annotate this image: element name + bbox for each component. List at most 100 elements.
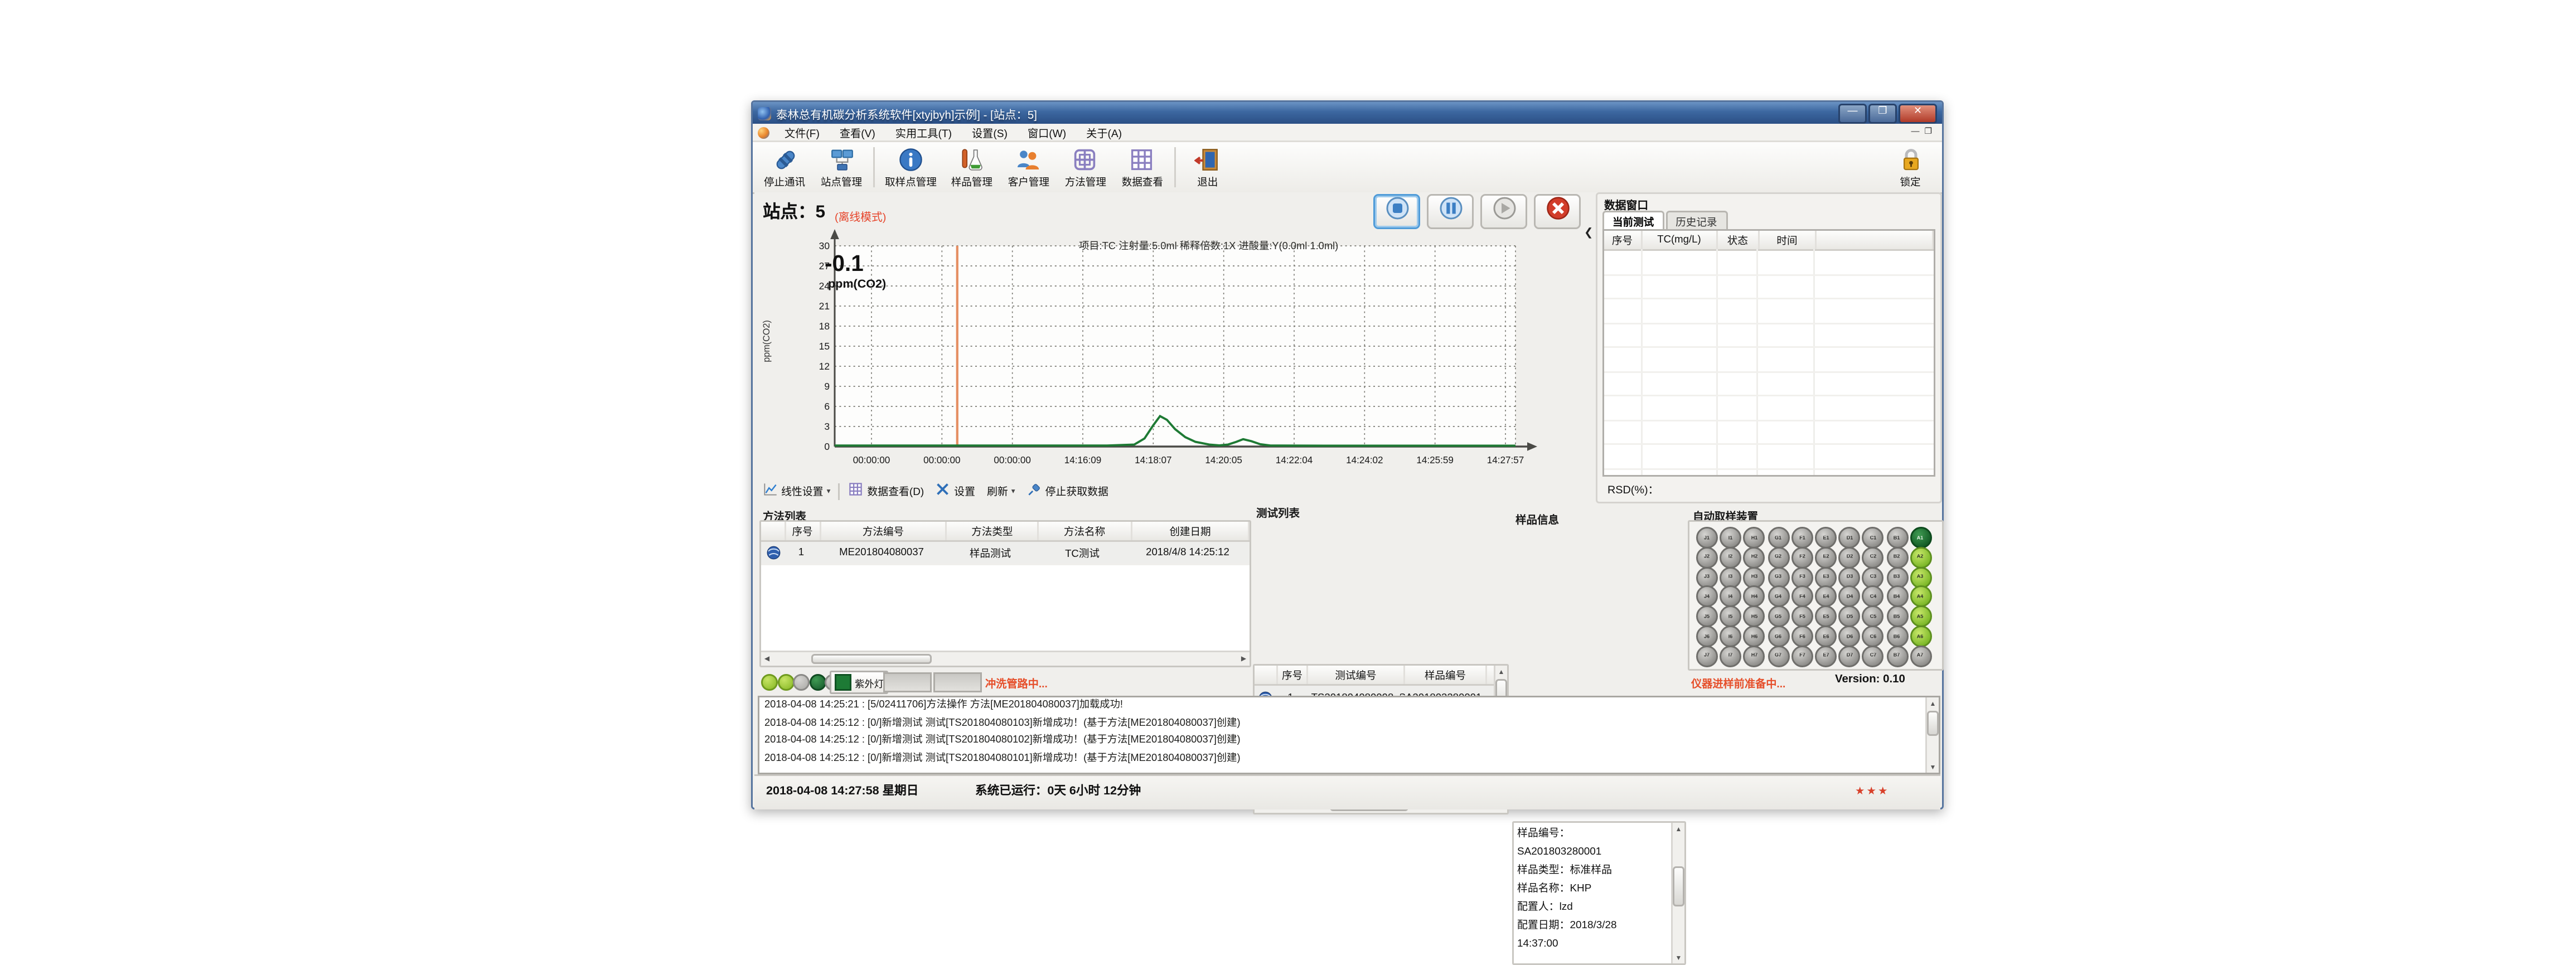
well-B2[interactable]: B2 [1886, 546, 1908, 568]
well-H6[interactable]: H6 [1744, 625, 1765, 647]
well-E2[interactable]: E2 [1815, 546, 1837, 568]
scroll-right-icon[interactable]: ▶ [1238, 652, 1250, 666]
well-A5[interactable]: A5 [1910, 606, 1931, 628]
well-J7[interactable]: J7 [1696, 645, 1718, 667]
current-test-table[interactable]: 序号TC(mg/L)状态时间 [1602, 229, 1935, 477]
well-F6[interactable]: F6 [1791, 625, 1813, 647]
well-F1[interactable]: F1 [1791, 527, 1813, 549]
well-E7[interactable]: E7 [1815, 645, 1837, 667]
well-A4[interactable]: A4 [1910, 586, 1931, 608]
well-E4[interactable]: E4 [1815, 586, 1837, 608]
event-log[interactable]: 2018-04-08 14:25:21 : [5/02411706]方法操作 方… [758, 696, 1940, 774]
well-G7[interactable]: G7 [1768, 645, 1789, 667]
well-J5[interactable]: J5 [1696, 606, 1718, 628]
collapse-panel-arrow[interactable]: ❮ [1584, 226, 1593, 239]
menu-item-2[interactable]: 实用工具(T) [885, 125, 962, 140]
well-B1[interactable]: B1 [1886, 527, 1908, 549]
well-G5[interactable]: G5 [1768, 606, 1789, 628]
toolbar-method-button[interactable]: 方法管理 [1057, 142, 1114, 192]
scroll-thumb[interactable] [811, 654, 932, 664]
well-B7[interactable]: B7 [1886, 645, 1908, 667]
well-D7[interactable]: D7 [1839, 645, 1861, 667]
well-J4[interactable]: J4 [1696, 586, 1718, 608]
scroll-up-icon[interactable]: ▲ [1673, 823, 1684, 835]
well-F7[interactable]: F7 [1791, 645, 1813, 667]
toolbar-stop-comm-button[interactable]: 停止通讯 [756, 142, 813, 192]
well-C1[interactable]: C1 [1862, 527, 1884, 549]
sample-info-scrollbar[interactable]: ▲▼ [1671, 823, 1684, 963]
toolbar-site-button[interactable]: 站点管理 [813, 142, 870, 192]
well-C6[interactable]: C6 [1862, 625, 1884, 647]
well-J3[interactable]: J3 [1696, 566, 1718, 588]
well-A2[interactable]: A2 [1910, 546, 1931, 568]
well-C4[interactable]: C4 [1862, 586, 1884, 608]
horizontal-scrollbar[interactable]: ◀▶ [761, 651, 1250, 666]
well-H5[interactable]: H5 [1744, 606, 1765, 628]
menu-item-4[interactable]: 窗口(W) [1018, 125, 1076, 140]
minimize-button[interactable]: — [1838, 103, 1867, 123]
well-E6[interactable]: E6 [1815, 625, 1837, 647]
well-B3[interactable]: B3 [1886, 566, 1908, 588]
chart-tool-0[interactable]: 线性设置▾ [759, 482, 834, 500]
well-D5[interactable]: D5 [1839, 606, 1861, 628]
menu-item-3[interactable]: 设置(S) [962, 125, 1018, 140]
well-I5[interactable]: I5 [1720, 606, 1742, 628]
chart-tool-1[interactable]: 数据查看(D) [845, 482, 927, 500]
title-bar[interactable]: 泰林总有机碳分析系统软件[xtyjbyh]示例] - [站点：5] —❐✕ [753, 102, 1942, 124]
method-list-table[interactable]: 序号方法编号方法类型方法名称创建日期1ME201804080037样品测试TC测… [759, 520, 1251, 667]
menu-item-1[interactable]: 查看(V) [830, 125, 885, 140]
well-A3[interactable]: A3 [1910, 566, 1931, 588]
well-D2[interactable]: D2 [1839, 546, 1861, 568]
well-C7[interactable]: C7 [1862, 645, 1884, 667]
scroll-thumb[interactable] [1673, 866, 1684, 906]
toolbar-exit-button[interactable]: 退出 [1179, 142, 1236, 192]
mdi-child-icon[interactable] [758, 127, 769, 138]
scroll-up-icon[interactable]: ▲ [1927, 697, 1939, 709]
well-F3[interactable]: F3 [1791, 566, 1813, 588]
well-D6[interactable]: D6 [1839, 625, 1861, 647]
well-H2[interactable]: H2 [1744, 546, 1765, 568]
well-I1[interactable]: I1 [1720, 527, 1742, 549]
stop-button[interactable] [1373, 194, 1420, 229]
well-J1[interactable]: J1 [1696, 527, 1718, 549]
well-H4[interactable]: H4 [1744, 586, 1765, 608]
play-button[interactable] [1480, 194, 1527, 229]
well-B6[interactable]: B6 [1886, 625, 1908, 647]
log-scroll-thumb[interactable] [1927, 711, 1939, 736]
lock-button[interactable]: 锁定 [1882, 142, 1939, 192]
cancel-button[interactable] [1534, 194, 1581, 229]
well-H1[interactable]: H1 [1744, 527, 1765, 549]
well-I4[interactable]: I4 [1720, 586, 1742, 608]
well-G1[interactable]: G1 [1768, 527, 1789, 549]
well-D4[interactable]: D4 [1839, 586, 1861, 608]
well-G6[interactable]: G6 [1768, 625, 1789, 647]
toolbar-data-view-button[interactable]: 数据查看 [1114, 142, 1171, 192]
mdi-restore-button[interactable]: ❐ [1925, 125, 1932, 139]
well-C5[interactable]: C5 [1862, 606, 1884, 628]
uv-lamp-button[interactable]: 紫外灯 [830, 671, 888, 694]
well-B4[interactable]: B4 [1886, 586, 1908, 608]
menu-item-0[interactable]: 文件(F) [774, 125, 830, 140]
close-button[interactable]: ✕ [1899, 103, 1937, 123]
table-row[interactable]: 1ME201804080037样品测试TC测试2018/4/8 14:25:12 [761, 542, 1250, 565]
well-I2[interactable]: I2 [1720, 546, 1742, 568]
well-F5[interactable]: F5 [1791, 606, 1813, 628]
scroll-down-icon[interactable]: ▼ [1927, 761, 1939, 773]
well-J6[interactable]: J6 [1696, 625, 1718, 647]
maximize-button[interactable]: ❐ [1868, 103, 1897, 123]
well-D3[interactable]: D3 [1839, 566, 1861, 588]
chart-tool-4[interactable]: 停止获取数据 [1024, 482, 1112, 500]
well-J2[interactable]: J2 [1696, 546, 1718, 568]
menu-item-5[interactable]: 关于(A) [1076, 125, 1132, 140]
well-G4[interactable]: G4 [1768, 586, 1789, 608]
log-scrollbar[interactable]: ▲ ▼ [1925, 697, 1939, 773]
well-A7[interactable]: A7 [1910, 645, 1931, 667]
toolbar-customer-button[interactable]: 客户管理 [1000, 142, 1057, 192]
well-E3[interactable]: E3 [1815, 566, 1837, 588]
mdi-minimize-button[interactable]: — [1911, 125, 1920, 139]
toolbar-info-button[interactable]: 取样点管理 [878, 142, 943, 192]
well-E5[interactable]: E5 [1815, 606, 1837, 628]
well-F2[interactable]: F2 [1791, 546, 1813, 568]
pause-button[interactable] [1427, 194, 1474, 229]
well-F4[interactable]: F4 [1791, 586, 1813, 608]
